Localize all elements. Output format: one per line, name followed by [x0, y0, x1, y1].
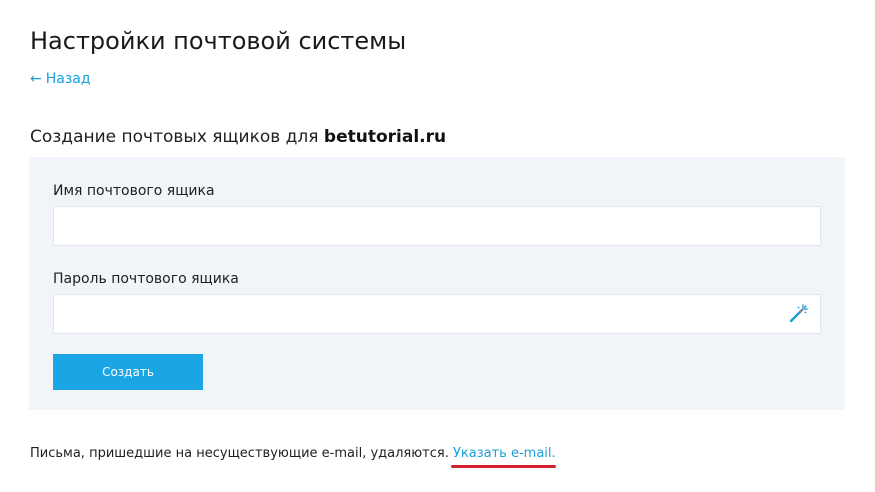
section-title-prefix: Создание почтовых ящиков для: [30, 127, 324, 147]
create-button[interactable]: Создать: [53, 354, 203, 390]
footer-note-text: Письма, пришедшие на несуществующие e-ma…: [30, 446, 453, 461]
footer-note: Письма, пришедшие на несуществующие e-ma…: [30, 444, 556, 464]
mailbox-name-input[interactable]: [53, 206, 821, 246]
mailbox-password-label: Пароль почтового ящика: [53, 271, 239, 287]
back-arrow-icon: ←: [30, 71, 42, 87]
domain-name: betutorial.ru: [323, 127, 447, 147]
magic-wand-icon[interactable]: [787, 303, 809, 325]
back-link[interactable]: ← Назад: [30, 69, 91, 89]
mailbox-password-input[interactable]: [53, 294, 821, 334]
section-title: Создание почтовых ящиков для betutorial.…: [30, 125, 446, 149]
back-link-label: Назад: [45, 71, 91, 87]
mailbox-name-label: Имя почтового ящика: [53, 183, 215, 199]
annotation-underline: [451, 465, 556, 468]
page-title: Настройки почтовой системы: [30, 27, 407, 55]
mailbox-form-panel: Имя почтового ящика Пароль почтового ящи…: [29, 157, 845, 410]
specify-email-link[interactable]: Указать e-mail.: [453, 446, 556, 461]
